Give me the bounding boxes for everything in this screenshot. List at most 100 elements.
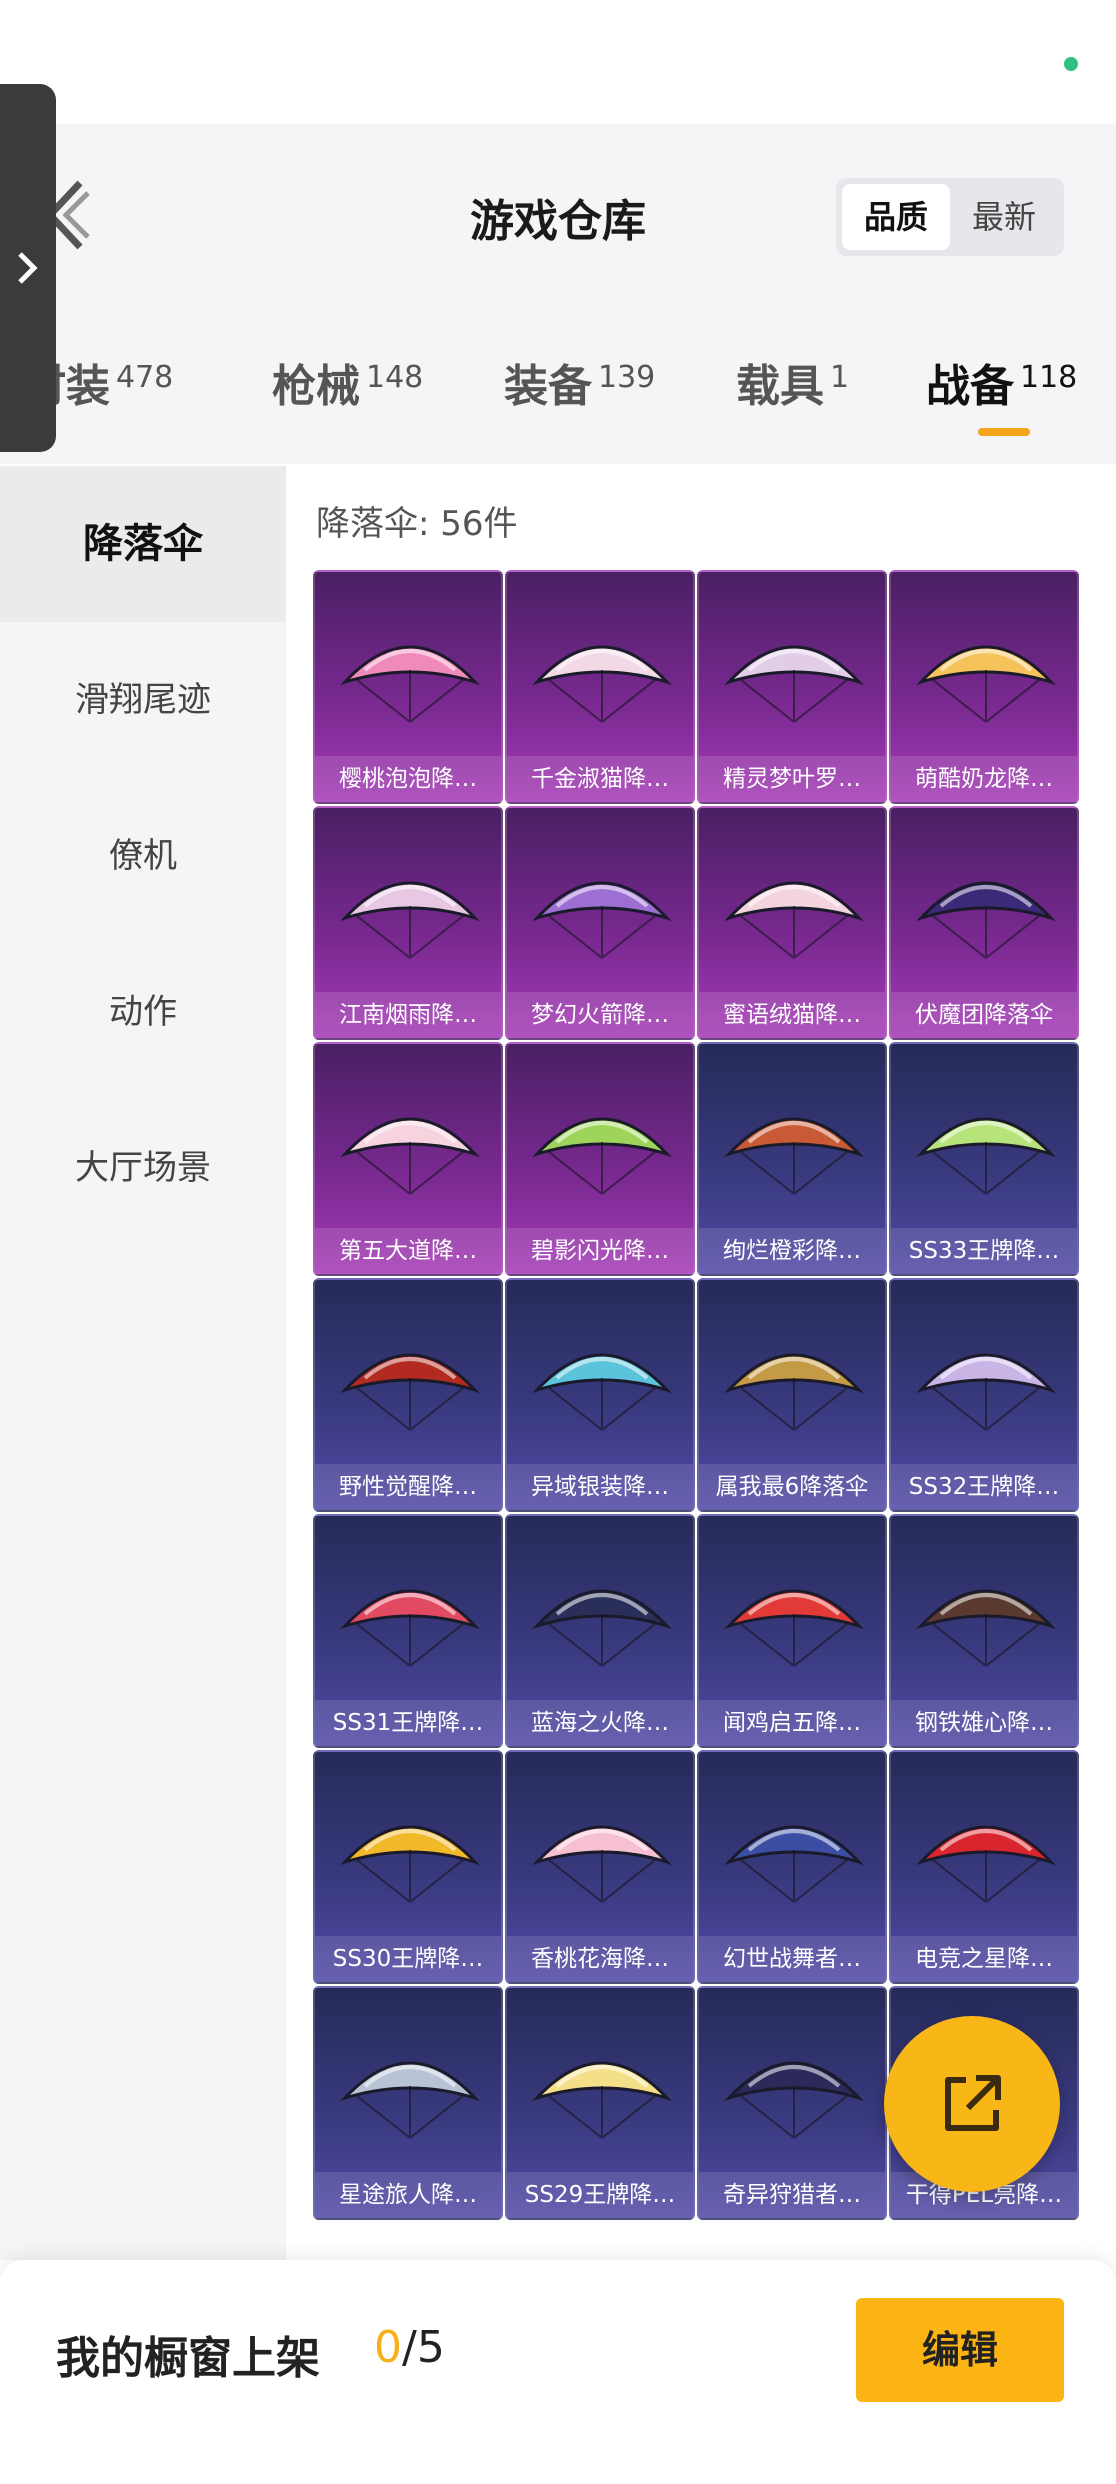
sidebar-item-lobby-scene[interactable]: 大厅场景	[0, 1090, 286, 1246]
tab-count: 478	[116, 360, 174, 395]
parachute-card[interactable]: SS31王牌降…	[313, 1514, 503, 1748]
parachute-name: 属我最6降落伞	[699, 1464, 885, 1510]
showcase-count: 0/5	[374, 2322, 445, 2373]
parachute-icon	[916, 1117, 1056, 1195]
parachute-card[interactable]: SS32王牌降…	[889, 1278, 1079, 1512]
parachute-icon	[532, 1825, 672, 1903]
parachute-card[interactable]: 蓝海之火降…	[505, 1514, 695, 1748]
parachute-icon	[532, 645, 672, 723]
tab-battle-prep[interactable]: 战备 118	[926, 350, 1077, 414]
parachute-card[interactable]: 异域银装降…	[505, 1278, 695, 1512]
tab-equipment[interactable]: 装备 139	[504, 350, 655, 414]
parachute-card[interactable]: 伏魔团降落伞	[889, 806, 1079, 1040]
parachute-name: 千金淑猫降…	[507, 756, 693, 802]
sidebar-item-parachute[interactable]: 降落伞	[0, 466, 286, 622]
parachute-icon	[532, 1117, 672, 1195]
parachute-icon	[340, 2061, 480, 2139]
parachute-name: 第五大道降…	[315, 1228, 501, 1274]
parachute-icon	[340, 1589, 480, 1667]
chevron-right-icon	[18, 252, 38, 284]
parachute-name: 精灵梦叶罗…	[699, 756, 885, 802]
tab-count: 148	[366, 360, 424, 395]
parachute-icon	[916, 881, 1056, 959]
parachute-name: 蜜语绒猫降…	[699, 992, 885, 1038]
tab-count: 118	[1020, 360, 1078, 395]
showcase-current: 0	[374, 2322, 402, 2373]
parachute-card[interactable]: 钢铁雄心降…	[889, 1514, 1079, 1748]
parachute-name: 蓝海之火降…	[507, 1700, 693, 1746]
parachute-card[interactable]: 奇异狩猎者…	[697, 1986, 887, 2220]
parachute-card[interactable]: 野性觉醒降…	[313, 1278, 503, 1512]
parachute-icon	[532, 1589, 672, 1667]
parachute-icon	[724, 1117, 864, 1195]
share-button[interactable]	[884, 2016, 1060, 2192]
parachute-icon	[532, 1353, 672, 1431]
sidebar-item-wingman[interactable]: 僚机	[0, 778, 286, 934]
parachute-icon	[724, 1825, 864, 1903]
side-drawer-handle[interactable]	[0, 84, 56, 452]
parachute-card[interactable]: 萌酷奶龙降…	[889, 570, 1079, 804]
parachute-card[interactable]: 精灵梦叶罗…	[697, 570, 887, 804]
parachute-icon	[340, 881, 480, 959]
tab-count: 139	[598, 360, 656, 395]
tab-vehicles[interactable]: 载具 1	[736, 350, 849, 414]
parachute-card[interactable]: 绚烂橙彩降…	[697, 1042, 887, 1276]
active-tab-indicator	[978, 428, 1030, 436]
parachute-name: 江南烟雨降…	[315, 992, 501, 1038]
external-link-icon	[945, 2075, 1001, 2131]
parachute-name: SS31王牌降…	[315, 1700, 501, 1746]
parachute-card[interactable]: 电竞之星降…	[889, 1750, 1079, 1984]
sidebar-item-glide-trail[interactable]: 滑翔尾迹	[0, 622, 286, 778]
parachute-icon	[340, 1825, 480, 1903]
status-bar	[0, 0, 1116, 124]
parachute-card[interactable]: 江南烟雨降…	[313, 806, 503, 1040]
parachute-icon	[916, 1353, 1056, 1431]
parachute-icon	[532, 881, 672, 959]
parachute-card[interactable]: SS29王牌降…	[505, 1986, 695, 2220]
parachute-name: 闻鸡启五降…	[699, 1700, 885, 1746]
parachute-name: 星途旅人降…	[315, 2172, 501, 2218]
parachute-card[interactable]: 千金淑猫降…	[505, 570, 695, 804]
parachute-card[interactable]: 香桃花海降…	[505, 1750, 695, 1984]
parachute-card[interactable]: 属我最6降落伞	[697, 1278, 887, 1512]
sidebar: 降落伞 滑翔尾迹 僚机 动作 大厅场景	[0, 466, 286, 2260]
parachute-icon	[916, 645, 1056, 723]
sort-option-newest[interactable]: 最新	[950, 184, 1058, 250]
parachute-name: SS30王牌降…	[315, 1936, 501, 1982]
parachute-card[interactable]: 第五大道降…	[313, 1042, 503, 1276]
tab-label: 战备	[926, 361, 1014, 412]
parachute-name: 碧影闪光降…	[507, 1228, 693, 1274]
parachute-card[interactable]: 碧影闪光降…	[505, 1042, 695, 1276]
parachute-card[interactable]: 蜜语绒猫降…	[697, 806, 887, 1040]
parachute-name: 奇异狩猎者…	[699, 2172, 885, 2218]
parachute-card[interactable]: 梦幻火箭降…	[505, 806, 695, 1040]
parachute-name: 香桃花海降…	[507, 1936, 693, 1982]
tab-weapons[interactable]: 枪械 148	[272, 350, 423, 414]
sidebar-item-emote[interactable]: 动作	[0, 934, 286, 1090]
status-dot-icon	[1064, 57, 1078, 71]
tab-label: 枪械	[272, 361, 360, 412]
parachute-icon	[532, 2061, 672, 2139]
parachute-card[interactable]: SS30王牌降…	[313, 1750, 503, 1984]
parachute-card[interactable]: 闻鸡启五降…	[697, 1514, 887, 1748]
parachute-name: SS32王牌降…	[891, 1464, 1077, 1510]
sort-toggle[interactable]: 品质 最新	[836, 178, 1064, 256]
edit-button[interactable]: 编辑	[856, 2298, 1064, 2402]
parachute-icon	[340, 1117, 480, 1195]
parachute-card[interactable]: 幻世战舞者…	[697, 1750, 887, 1984]
parachute-name: 异域银装降…	[507, 1464, 693, 1510]
item-count-label: 降落伞: 56件	[316, 504, 518, 544]
parachute-icon	[340, 1353, 480, 1431]
sort-option-quality[interactable]: 品质	[842, 184, 950, 250]
parachute-card[interactable]: 星途旅人降…	[313, 1986, 503, 2220]
category-tabs: 时装 478 枪械 148 装备 139 载具 1 战备 118	[0, 340, 1116, 450]
parachute-card[interactable]: SS33王牌降…	[889, 1042, 1079, 1276]
parachute-name: 钢铁雄心降…	[891, 1700, 1077, 1746]
parachute-name: 绚烂橙彩降…	[699, 1228, 885, 1274]
showcase-total: /5	[402, 2322, 445, 2373]
parachute-icon	[916, 1589, 1056, 1667]
parachute-name: SS33王牌降…	[891, 1228, 1077, 1274]
tab-count: 1	[830, 360, 850, 395]
parachute-card[interactable]: 樱桃泡泡降…	[313, 570, 503, 804]
parachute-name: 伏魔团降落伞	[891, 992, 1077, 1038]
